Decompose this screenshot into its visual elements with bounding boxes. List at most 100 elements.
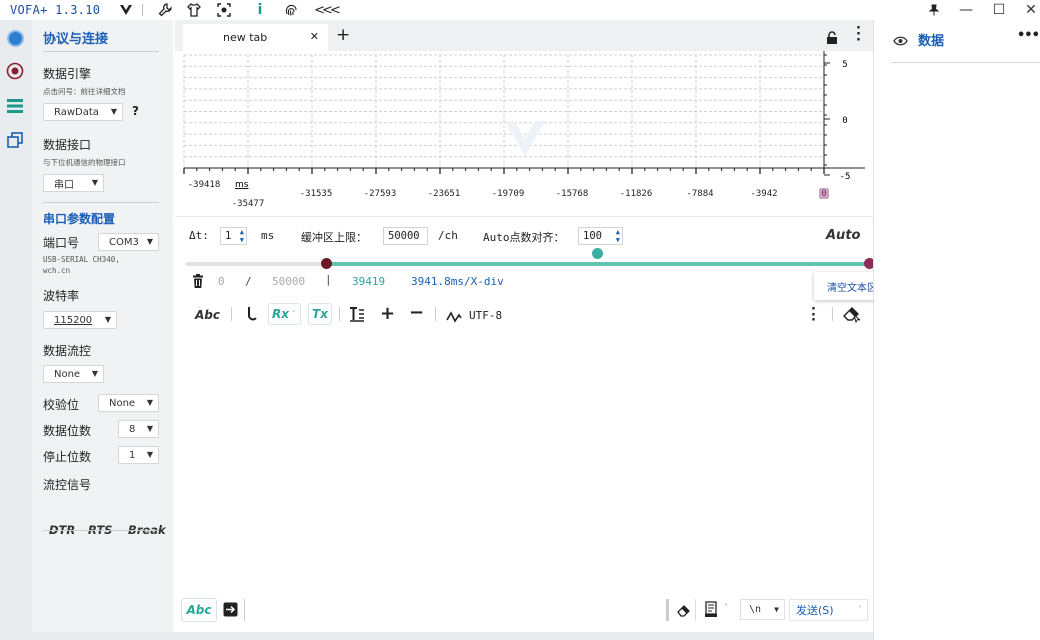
wrench-icon[interactable] [157, 2, 173, 18]
range-fill [326, 262, 869, 266]
vofa-logo-icon[interactable] [118, 2, 134, 18]
zoom-in-button[interactable]: + [380, 303, 395, 324]
shirt-icon[interactable] [186, 2, 202, 18]
data-panel-title: 数据 [918, 34, 945, 49]
y-tick-label: 5 [842, 60, 847, 70]
range-start-handle[interactable] [321, 258, 332, 269]
connection-icon[interactable] [4, 27, 26, 49]
x-tick-label: -19709 [492, 189, 525, 199]
data-panel: 数据 ••• [873, 20, 1040, 640]
chevron-down-icon: ▼ [110, 107, 117, 116]
x-tick-label: -15768 [556, 189, 589, 199]
interface-value: 串口 [54, 179, 74, 191]
rx-label: Rx [272, 307, 289, 321]
x-unit-label: ms [235, 180, 249, 190]
protocol-section-title: 协议与连接 [43, 32, 109, 47]
zoom-out-button[interactable]: − [409, 302, 424, 323]
align-value: 100 [583, 230, 602, 242]
chevron-down-icon: ▼ [91, 178, 98, 187]
camera-capture-icon[interactable] [216, 2, 232, 18]
stopbits-select[interactable]: 1 ▼ [118, 446, 159, 464]
waveform-chart[interactable]: -39418 -35477 -31535 -27593 -23651 -19709 -157… [175, 51, 873, 211]
y-tick-label: 0 [842, 116, 847, 126]
add-tab-button[interactable]: + [336, 25, 350, 45]
maximize-button[interactable]: ☐ [983, 0, 1015, 20]
info-icon[interactable]: i [252, 2, 268, 18]
align-input[interactable]: 100 ▲ ▼ [578, 227, 623, 245]
baud-select[interactable]: 115200 ▼ [43, 311, 117, 329]
dt-value: 1 [225, 230, 232, 242]
flow-select[interactable]: None ▼ [43, 365, 104, 383]
send-button[interactable]: 发送(S) ˅ [789, 599, 868, 621]
engine-select[interactable]: RawData ▼ [43, 103, 123, 121]
eye-icon[interactable] [893, 32, 908, 51]
x-tick-label: 0 [821, 189, 826, 199]
trash-icon[interactable] [192, 273, 204, 292]
pin-icon[interactable] [918, 0, 950, 20]
send-label: 发送(S) [796, 604, 834, 617]
dt-label: Δt: [189, 229, 209, 242]
list-menu-icon[interactable] [4, 95, 26, 117]
y-tick-label: -5 [840, 172, 851, 182]
databits-value: 8 [129, 423, 136, 435]
windows-icon[interactable] [4, 129, 26, 151]
minimize-button[interactable]: — [950, 0, 982, 20]
abc-button[interactable]: Abc [195, 308, 220, 322]
stat-xdiv: 3941.8ms/X-div [411, 275, 504, 288]
close-window-button[interactable]: ✕ [1015, 0, 1040, 20]
tab-new[interactable]: new tab ✕ [183, 24, 328, 51]
databits-select[interactable]: 8 ▼ [118, 420, 159, 438]
script-icon[interactable]: ˅ [704, 601, 728, 622]
tab-more-icon[interactable]: · · · [856, 22, 861, 47]
eraser-clear-input-icon[interactable] [676, 602, 692, 622]
x-tick-label: -3942 [750, 189, 777, 199]
tx-button[interactable]: Tx [308, 303, 332, 325]
auto-button[interactable]: Auto [826, 228, 860, 243]
text-format-icon[interactable] [349, 306, 365, 326]
send-bar: Abc ˅ \n ▼ 发送(S) ˅ [175, 595, 873, 625]
insert-icon[interactable] [223, 602, 238, 621]
encoding-label[interactable]: UTF-8 [469, 309, 502, 322]
x-tick-label: -39418 [188, 180, 221, 190]
newline-select[interactable]: \n ▼ [740, 599, 785, 620]
tx-label: Tx [312, 307, 328, 321]
stat-bar: | [325, 273, 332, 286]
newline-value: \n [749, 604, 762, 615]
spin-arrows-icon[interactable]: ▲ ▼ [240, 228, 244, 244]
divider [43, 202, 159, 203]
hook-icon[interactable] [246, 306, 258, 326]
abc-send-mode-button[interactable]: Abc [181, 598, 217, 622]
fingerprint-icon[interactable] [283, 2, 299, 18]
chevron-down-icon: ▼ [774, 605, 779, 614]
dt-input[interactable]: 1 ▲ ▼ [220, 227, 247, 245]
chevron-down-icon: ˅ [724, 603, 728, 612]
collapse-icon[interactable]: <<< [314, 2, 341, 18]
interface-select[interactable]: 串口 ▼ [43, 174, 104, 192]
toolbar-more-icon[interactable]: · · · [811, 303, 816, 327]
panel-more-icon[interactable]: ••• [1017, 28, 1040, 43]
chevron-down-icon: ▼ [146, 424, 153, 433]
baud-value: 115200 [54, 314, 93, 326]
engine-help-button[interactable]: ? [132, 104, 139, 118]
waveform-icon[interactable] [446, 308, 462, 327]
tab-bar: new tab ✕ + · · · [175, 20, 873, 51]
send-input[interactable] [244, 599, 666, 621]
engine-label: 数据引擎 [43, 67, 92, 81]
align-handle[interactable] [592, 248, 603, 259]
buffer-input[interactable]: 50000 [383, 227, 428, 245]
close-tab-icon[interactable]: ✕ [310, 30, 319, 43]
stat-count: 39419 [352, 275, 386, 288]
flow-label: 数据流控 [43, 344, 92, 358]
parity-select[interactable]: None ▼ [98, 394, 159, 412]
rx-button[interactable]: Rx ˅ [268, 303, 301, 325]
eraser-icon[interactable] [842, 304, 862, 328]
port-select[interactable]: COM3 ▼ [98, 233, 159, 251]
chevron-down-icon: ▼ [146, 398, 153, 407]
port-description: USB-SERIAL CH340, [43, 255, 120, 264]
spin-arrows-icon[interactable]: ▲ ▼ [616, 228, 620, 244]
lock-icon[interactable] [826, 29, 838, 48]
x-tick-label: -35477 [232, 199, 265, 209]
record-icon[interactable] [4, 60, 26, 82]
buffer-unit: /ch [438, 229, 458, 242]
x-tick-label: -27593 [364, 189, 397, 199]
